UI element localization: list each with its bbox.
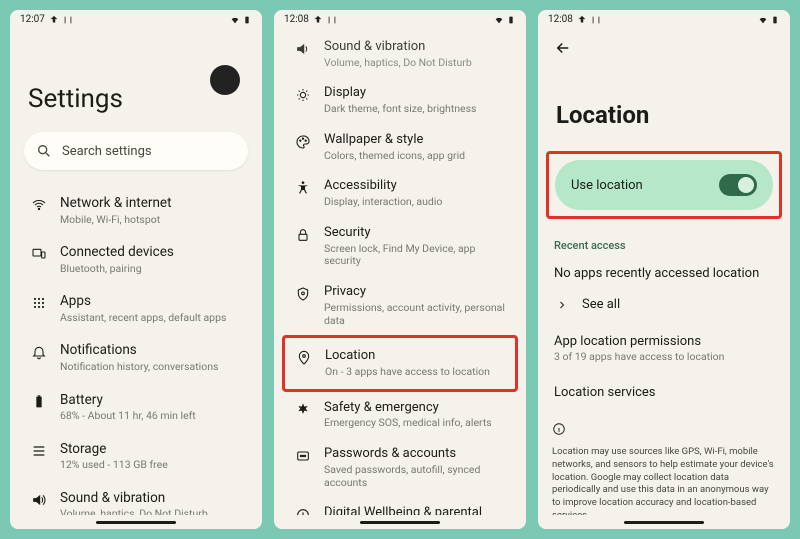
emergency-icon [295, 402, 311, 418]
app-location-permissions[interactable]: App location permissions 3 of 19 apps ha… [552, 326, 776, 371]
privacy-icon [295, 286, 311, 302]
battery-icon [770, 15, 780, 25]
volume-icon [295, 41, 311, 57]
settings-item-location[interactable]: LocationOn - 3 apps have access to locat… [289, 340, 511, 386]
key-icon [295, 448, 311, 464]
wifi-icon [230, 15, 240, 25]
highlight-use-location: Use location [546, 151, 782, 219]
location-icon [296, 350, 312, 366]
status-icon [313, 15, 323, 25]
battery-icon [31, 394, 47, 410]
switch-on[interactable] [719, 174, 757, 196]
settings-item-privacy[interactable]: PrivacyPermissions, account activity, pe… [288, 276, 512, 335]
wellbeing-icon [295, 507, 311, 515]
phone-location-page: 12:08 Location Use location Recent acces… [538, 10, 790, 529]
brightness-icon [295, 87, 311, 103]
highlight-location: LocationOn - 3 apps have access to locat… [282, 335, 518, 391]
phone-settings-scrolled: 12:08 Sound & vibrationVolume, haptics, … [274, 10, 526, 529]
settings-item-storage[interactable]: Storage12% used - 113 GB free [24, 432, 248, 481]
settings-item-sound[interactable]: Sound & vibrationVolume, haptics, Do Not… [288, 31, 512, 77]
settings-item-wallpaper[interactable]: Wallpaper & styleColors, themed icons, a… [288, 124, 512, 170]
apps-icon [31, 295, 47, 311]
use-location-toggle[interactable]: Use location [555, 160, 773, 210]
see-all-button[interactable]: See all [552, 289, 776, 320]
search-icon [36, 143, 52, 159]
settings-item-notifications[interactable]: NotificationsNotification history, conve… [24, 333, 248, 382]
settings-item-connected[interactable]: Connected devicesBluetooth, pairing [24, 235, 248, 284]
settings-item-security[interactable]: SecurityScreen lock, Find My Device, app… [288, 217, 512, 276]
search-settings[interactable]: Search settings [24, 132, 248, 170]
settings-item-display[interactable]: DisplayDark theme, font size, brightness [288, 77, 512, 123]
settings-item-safety[interactable]: Safety & emergencyEmergency SOS, medical… [288, 392, 512, 438]
arrow-left-icon [554, 39, 572, 57]
navbar[interactable] [538, 515, 790, 529]
devices-icon [31, 246, 47, 262]
recent-access-label: Recent access [554, 239, 776, 252]
page-title: Location [556, 101, 776, 129]
battery-icon [506, 15, 516, 25]
location-info: Location may use sources like GPS, Wi-Fi… [552, 422, 776, 515]
wifi-icon [494, 15, 504, 25]
lock-icon [295, 227, 311, 243]
statusbar: 12:07 [10, 10, 262, 29]
status-icon [327, 15, 337, 25]
status-icon [591, 15, 601, 25]
settings-item-sound[interactable]: Sound & vibrationVolume, haptics, Do Not… [24, 481, 248, 515]
statusbar: 12:08 [538, 10, 790, 29]
clock: 12:07 [20, 14, 45, 25]
wifi-icon [31, 197, 47, 213]
location-services[interactable]: Location services [552, 377, 776, 408]
status-icon [63, 15, 73, 25]
navbar[interactable] [10, 515, 262, 529]
wifi-icon [758, 15, 768, 25]
statusbar: 12:08 [274, 10, 526, 29]
settings-item-apps[interactable]: AppsAssistant, recent apps, default apps [24, 284, 248, 333]
profile-avatar[interactable] [210, 65, 240, 95]
back-button[interactable] [554, 39, 572, 61]
clock: 12:08 [284, 14, 309, 25]
no-recent-text: No apps recently accessed location [552, 258, 776, 289]
status-icon [577, 15, 587, 25]
settings-item-battery[interactable]: Battery68% - About 11 hr, 46 min left [24, 383, 248, 432]
bell-icon [31, 344, 47, 360]
clock: 12:08 [548, 14, 573, 25]
settings-item-passwords[interactable]: Passwords & accountsSaved passwords, aut… [288, 438, 512, 497]
search-placeholder: Search settings [62, 144, 152, 159]
toggle-label: Use location [571, 178, 643, 193]
accessibility-icon [295, 180, 311, 196]
chevron-right-icon [556, 299, 568, 311]
storage-icon [31, 443, 47, 459]
settings-item-accessibility[interactable]: AccessibilityDisplay, interaction, audio [288, 170, 512, 216]
palette-icon [295, 134, 311, 150]
phone-settings-main: 12:07 Settings Search settings Network &… [10, 10, 262, 529]
navbar[interactable] [274, 515, 526, 529]
battery-icon [242, 15, 252, 25]
status-icon [49, 15, 59, 25]
settings-item-network[interactable]: Network & internetMobile, Wi-Fi, hotspot [24, 186, 248, 235]
info-icon [552, 422, 566, 436]
volume-icon [31, 492, 47, 508]
settings-item-wellbeing[interactable]: Digital Wellbeing & parental controlsScr… [288, 497, 512, 515]
